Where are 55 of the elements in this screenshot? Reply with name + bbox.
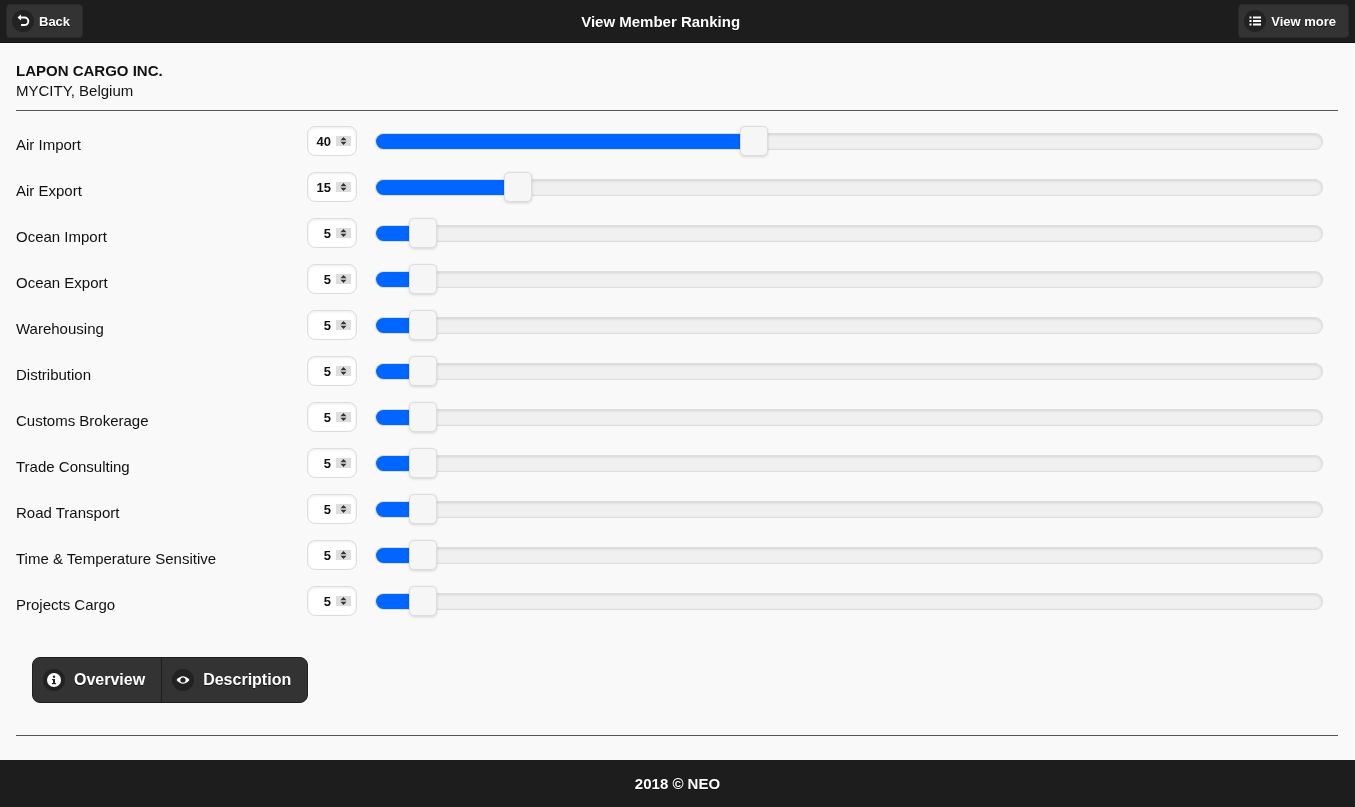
view-more-button[interactable]: View more	[1238, 4, 1349, 38]
category-label: Air Export	[16, 180, 83, 199]
number-field[interactable]: 5	[307, 494, 357, 524]
back-icon	[12, 10, 34, 32]
number-field[interactable]: 5	[307, 356, 357, 386]
slider-handle[interactable]	[740, 125, 769, 156]
slider-handle[interactable]	[409, 401, 438, 432]
stepper-icon	[336, 182, 351, 192]
number-field[interactable]: 5	[307, 540, 357, 570]
category-label: Trade Consulting	[16, 456, 131, 475]
page-title: View Member Ranking	[581, 12, 741, 30]
category-label: Ocean Import	[16, 226, 108, 245]
copyright-text: 2018 © NEO	[634, 775, 721, 792]
company-name: LAPON CARGO INC.	[16, 61, 164, 81]
stepper-icon	[336, 366, 351, 376]
list-icon	[1244, 10, 1267, 32]
slider-handle[interactable]	[409, 447, 438, 478]
number-field[interactable]: 40	[307, 126, 357, 156]
number-field[interactable]: 5	[307, 586, 357, 616]
number-field[interactable]: 5	[307, 310, 357, 340]
slider-handle[interactable]	[409, 585, 438, 616]
slider-handle[interactable]	[409, 217, 438, 248]
category-label: Customs Brokerage	[16, 410, 150, 429]
slider-handle[interactable]	[409, 309, 438, 340]
category-label: Air Import	[16, 134, 82, 153]
company-location: MYCITY, Belgium	[16, 81, 135, 101]
back-button[interactable]: Back	[6, 4, 84, 38]
category-label: Distribution	[16, 364, 93, 383]
number-field[interactable]: 15	[307, 172, 357, 202]
category-label: Road Transport	[16, 502, 121, 521]
number-field[interactable]: 5	[307, 264, 357, 294]
stepper-icon	[336, 274, 351, 284]
category-label: Warehousing	[16, 318, 105, 337]
description-button[interactable]: Description	[161, 658, 308, 702]
stepper-icon	[336, 458, 351, 468]
eye-icon	[172, 669, 195, 691]
category-label: Time & Temperature Sensitive	[16, 548, 218, 567]
slider-handle[interactable]	[409, 539, 438, 570]
stepper-icon	[336, 596, 351, 606]
slider-handle[interactable]	[409, 355, 438, 386]
number-field[interactable]: 5	[307, 402, 357, 432]
stepper-icon	[336, 550, 351, 560]
slider-handle[interactable]	[409, 493, 438, 524]
number-field[interactable]: 5	[307, 448, 357, 478]
stepper-icon	[336, 412, 351, 422]
category-label: Ocean Export	[16, 272, 109, 291]
stepper-icon	[336, 136, 351, 146]
slider-handle[interactable]	[409, 263, 438, 294]
stepper-icon	[336, 228, 351, 238]
stepper-icon	[336, 320, 351, 330]
category-label: Projects Cargo	[16, 594, 117, 613]
number-field[interactable]: 5	[307, 218, 357, 248]
stepper-icon	[336, 504, 351, 514]
info-icon	[43, 669, 65, 691]
slider-handle[interactable]	[503, 171, 532, 202]
